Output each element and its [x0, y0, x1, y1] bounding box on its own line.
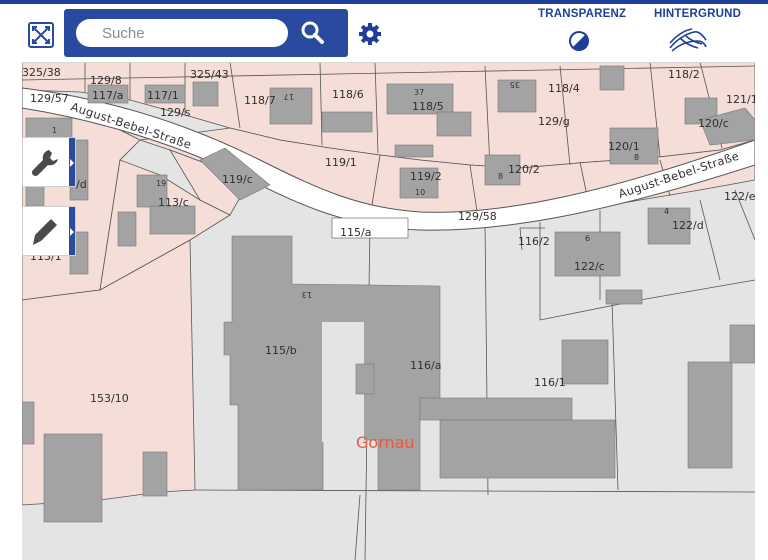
- map-toolbar: TRANSPARENZ HINTERGRUND: [22, 4, 755, 63]
- parcel-label: 120/c: [698, 117, 729, 130]
- fullscreen-button[interactable]: [28, 22, 54, 48]
- parcel-label: 116/1: [534, 376, 566, 389]
- parcel-label: 129/58: [458, 210, 497, 223]
- house-number: 17: [284, 92, 294, 101]
- tools-button[interactable]: [22, 137, 76, 187]
- house-number: 8: [498, 172, 503, 181]
- parcel-label: 119/1: [325, 156, 357, 169]
- parcel-label: 129/g: [538, 115, 570, 128]
- map-canvas[interactable]: 325/38 129/8 325/43 118/2 129/57 117/a 1…: [22, 62, 755, 560]
- house-number: 19: [156, 179, 166, 188]
- parcel-label: 122/c: [574, 260, 605, 273]
- tools-caret-icon: [70, 159, 74, 167]
- transparency-label: TRANSPARENZ: [538, 8, 627, 20]
- house-number: 37: [414, 88, 424, 97]
- house-number: 4: [664, 207, 669, 216]
- parcel-label: 325/38: [22, 66, 61, 79]
- parcel-label: 113/c: [158, 196, 189, 209]
- parcel-label: 121/1: [726, 93, 755, 106]
- house-number: 6: [585, 234, 590, 243]
- house-number: 35: [510, 80, 520, 89]
- parcel-label: 129/8: [90, 74, 122, 87]
- parcel-label: 118/6: [332, 88, 364, 101]
- parcel-label: 115/b: [265, 344, 297, 357]
- gear-icon: [359, 23, 381, 45]
- parcel-label: 118/5: [412, 100, 444, 113]
- parcel-label: 122/d: [672, 219, 704, 232]
- parcel-label: 120/2: [508, 163, 540, 176]
- parcel-label: 118/4: [548, 82, 580, 95]
- draw-caret-icon: [70, 228, 74, 236]
- parcel-label: 153/10: [90, 392, 129, 405]
- settings-button[interactable]: [356, 20, 384, 48]
- parcel-label: 116/a: [410, 359, 441, 372]
- layers-icon: [669, 28, 707, 52]
- parcel-label: /d: [76, 178, 87, 191]
- map-application: 325/38 129/8 325/43 118/2 129/57 117/a 1…: [0, 0, 768, 560]
- transparency-button[interactable]: [567, 29, 591, 53]
- wrench-icon: [31, 150, 58, 177]
- parcel-label: 129/57: [30, 92, 69, 105]
- parcel-label: 118/2: [668, 68, 700, 81]
- parcel-label: 117/1: [147, 89, 179, 102]
- house-number: 8: [634, 153, 639, 162]
- parcel-label: 116/2: [518, 235, 550, 248]
- search-input[interactable]: [76, 19, 288, 47]
- parcel-label: 129/s: [160, 106, 191, 119]
- background-label: HINTERGRUND: [654, 8, 742, 20]
- place-name: Gornau: [356, 433, 415, 452]
- left-edge: [0, 4, 4, 560]
- pencil-icon: [33, 219, 57, 245]
- parcel-label: 115/a: [340, 226, 371, 239]
- parcel-label: 117/a: [92, 89, 123, 102]
- background-button[interactable]: [668, 24, 708, 54]
- house-number: 1: [52, 126, 57, 135]
- search-button[interactable]: [298, 19, 328, 47]
- house-number: 13: [302, 290, 312, 299]
- fullscreen-icon: [32, 26, 50, 44]
- search-icon: [301, 21, 324, 44]
- parcel-label: 325/43: [190, 68, 229, 81]
- parcel-label: 118/7: [244, 94, 276, 107]
- search-box: [64, 9, 348, 57]
- transparency-icon: [569, 31, 589, 51]
- parcel-label: 120/1: [608, 140, 640, 153]
- parcel-label: 119/2: [410, 170, 442, 183]
- draw-button[interactable]: [22, 206, 76, 256]
- house-number: 10: [415, 188, 425, 197]
- parcel-label: 122/e: [724, 190, 755, 203]
- parcel-label: 119/c: [222, 173, 253, 186]
